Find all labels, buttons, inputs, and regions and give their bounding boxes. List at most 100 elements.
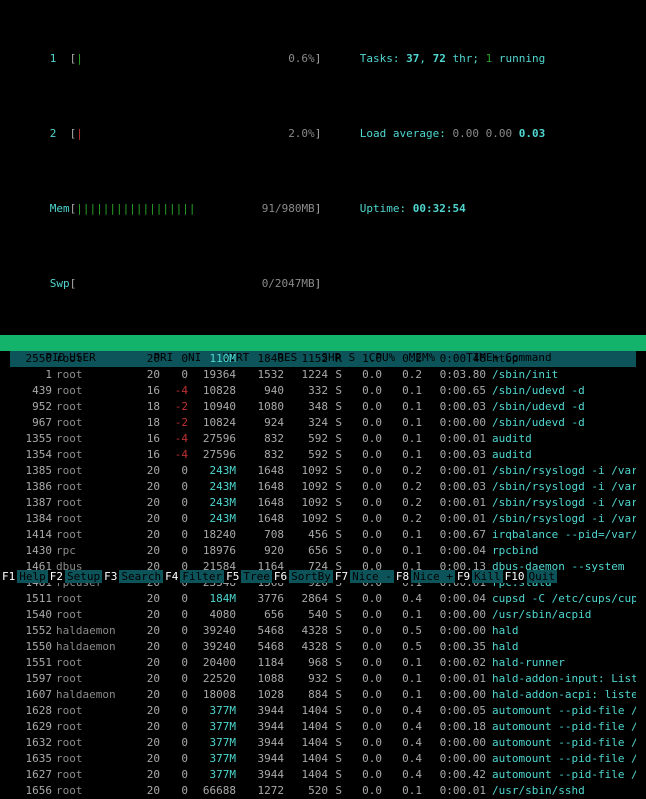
- cell-pid: 1430: [10, 543, 52, 558]
- table-row[interactable]: 1387root200243M16481092S0.00.20:00.01/sb…: [10, 495, 636, 511]
- cell-pri: 20: [130, 543, 160, 558]
- cell-pri: 20: [130, 511, 160, 526]
- cell-time: 0:00.03: [422, 479, 486, 494]
- cell-s: S: [328, 447, 342, 462]
- fnkey-f6[interactable]: F6: [272, 570, 289, 583]
- cell-time: 0:00.01: [422, 463, 486, 478]
- fnkey-f4[interactable]: F4: [163, 570, 180, 583]
- table-row[interactable]: 439root16-410828940332S0.00.10:00.65/sbi…: [10, 383, 636, 399]
- fnkey-f5[interactable]: F5: [224, 570, 241, 583]
- cell-mem: 0.4: [382, 751, 422, 766]
- cell-res: 1272: [236, 783, 284, 798]
- cell-cmd: cupsd -C /etc/cups/cupsd.co: [486, 591, 636, 606]
- cell-shr: 968: [284, 655, 328, 670]
- cell-cmd: automount --pid-file /var/r: [486, 767, 636, 782]
- cell-cmd: /sbin/udevd -d: [486, 399, 585, 414]
- uptime-value: 00:32:54: [413, 202, 466, 215]
- table-row[interactable]: 967root18-210824924324S0.00.10:00.00/sbi…: [10, 415, 636, 431]
- cell-res: 3944: [236, 719, 284, 734]
- cell-virt: 18008: [188, 687, 236, 702]
- cell-mem: 0.4: [382, 703, 422, 718]
- fnkey-label-f6[interactable]: SortBy: [289, 570, 333, 583]
- cell-cpu: 0.0: [342, 687, 382, 702]
- table-row[interactable]: 1355root16-427596832592S0.00.10:00.01aud…: [10, 431, 636, 447]
- cell-cmd: /sbin/rsyslogd -i /var/run/: [486, 463, 636, 478]
- cell-pri: 20: [130, 479, 160, 494]
- cell-cpu: 0.0: [342, 463, 382, 478]
- fnkey-label-f8[interactable]: Nice +: [411, 570, 455, 583]
- cell-cmd: htop: [486, 351, 519, 366]
- cell-res: 3944: [236, 767, 284, 782]
- cell-shr: 1092: [284, 495, 328, 510]
- cell-pid: 1414: [10, 527, 52, 542]
- cell-res: 1648: [236, 495, 284, 510]
- cell-virt: 19364: [188, 367, 236, 382]
- table-row[interactable]: 1354root16-427596832592S0.00.10:00.03aud…: [10, 447, 636, 463]
- fnkey-f1[interactable]: F1: [0, 570, 17, 583]
- cpu2-bar: |: [76, 127, 83, 140]
- cell-user: root: [52, 783, 130, 798]
- fnkey-f10[interactable]: F10: [503, 570, 527, 583]
- fnkey-label-f10[interactable]: Quit: [527, 570, 558, 583]
- cell-pri: 20: [130, 527, 160, 542]
- table-row[interactable]: 1552haldaemon2003924054684328S0.00.50:00…: [10, 623, 636, 639]
- cell-ni: 0: [160, 527, 188, 542]
- fnkey-label-f3[interactable]: Search: [119, 570, 163, 583]
- cell-cpu: 0.0: [342, 783, 382, 798]
- cell-shr: 520: [284, 783, 328, 798]
- table-row[interactable]: 1384root200243M16481092S0.00.20:00.01/sb…: [10, 511, 636, 527]
- table-row[interactable]: 1629root200377M39441404S0.00.40:00.18aut…: [10, 719, 636, 735]
- fnkey-f7[interactable]: F7: [333, 570, 350, 583]
- cell-mem: 0.1: [382, 687, 422, 702]
- cell-pri: 16: [130, 431, 160, 446]
- table-row[interactable]: 1551root200204001184968S0.00.10:00.02hal…: [10, 655, 636, 671]
- table-row[interactable]: 1385root200243M16481092S0.00.20:00.01/sb…: [10, 463, 636, 479]
- table-row[interactable]: 1414root20018240708456S0.00.10:00.67irqb…: [10, 527, 636, 543]
- table-row[interactable]: 1597root200225201088932S0.00.10:00.01hal…: [10, 671, 636, 687]
- table-row[interactable]: 1627root200377M39441404S0.00.40:00.42aut…: [10, 767, 636, 783]
- cell-pid: 1635: [10, 751, 52, 766]
- cell-mem: 0.5: [382, 639, 422, 654]
- fnkey-label-f5[interactable]: Tree: [241, 570, 272, 583]
- table-row[interactable]: 952root18-2109401080348S0.00.10:00.03/sb…: [10, 399, 636, 415]
- cell-shr: 2864: [284, 591, 328, 606]
- table-row[interactable]: 1430rpc20018976920656S0.00.10:00.04rpcbi…: [10, 543, 636, 559]
- cell-pid: 1551: [10, 655, 52, 670]
- fnkey-label-f1[interactable]: Help: [17, 570, 48, 583]
- fnkey-f3[interactable]: F3: [102, 570, 119, 583]
- column-header-row[interactable]: PIDUSERPRINIVIRTRESSHRSCPU%MEM%TIME+Comm…: [0, 335, 646, 351]
- cell-mem: 0.1: [382, 671, 422, 686]
- fnkey-f9[interactable]: F9: [455, 570, 472, 583]
- table-row[interactable]: 1632root200377M39441404S0.00.40:00.00aut…: [10, 735, 636, 751]
- table-row[interactable]: 1511root200184M37762864S0.00.40:00.04cup…: [10, 591, 636, 607]
- fnkey-label-f4[interactable]: Filter: [180, 570, 224, 583]
- fnkey-label-f9[interactable]: Kill: [472, 570, 503, 583]
- table-row[interactable]: 1386root200243M16481092S0.00.20:00.03/sb…: [10, 479, 636, 495]
- fnkey-label-f2[interactable]: Setup: [65, 570, 102, 583]
- cell-s: S: [328, 703, 342, 718]
- table-row[interactable]: 1540root2004080656540S0.00.10:00.00/usr/…: [10, 607, 636, 623]
- fnkey-label-f7[interactable]: Nice -: [350, 570, 394, 583]
- cell-res: 1080: [236, 399, 284, 414]
- cell-shr: 1152: [284, 351, 328, 366]
- cell-cpu: 0.0: [342, 655, 382, 670]
- table-row[interactable]: 1root2001936415321224S0.00.20:03.80/sbin…: [10, 367, 636, 383]
- fnkey-f2[interactable]: F2: [48, 570, 65, 583]
- cell-cpu: 0.0: [342, 639, 382, 654]
- fnkey-f8[interactable]: F8: [394, 570, 411, 583]
- cell-cpu: 0.0: [342, 495, 382, 510]
- table-row[interactable]: 1635root200377M39441404S0.00.40:00.00aut…: [10, 751, 636, 767]
- cell-res: 924: [236, 415, 284, 430]
- table-row[interactable]: 1550haldaemon2003924054684328S0.00.50:00…: [10, 639, 636, 655]
- cell-pri: 20: [130, 351, 160, 366]
- cell-pid: 952: [10, 399, 52, 414]
- table-row[interactable]: 1628root200377M39441404S0.00.40:00.05aut…: [10, 703, 636, 719]
- cell-s: S: [328, 735, 342, 750]
- header-meters: 1 [| 0.6%] Tasks: 37, 72 thr; 1 running …: [0, 0, 646, 323]
- cell-ni: 0: [160, 591, 188, 606]
- table-row[interactable]: 1607haldaemon200180081028884S0.00.10:00.…: [10, 687, 636, 703]
- table-row[interactable]: 1656root200666881272520S0.00.10:00.01/us…: [10, 783, 636, 799]
- cell-pri: 20: [130, 495, 160, 510]
- cell-user: haldaemon: [52, 639, 130, 654]
- cell-ni: 0: [160, 719, 188, 734]
